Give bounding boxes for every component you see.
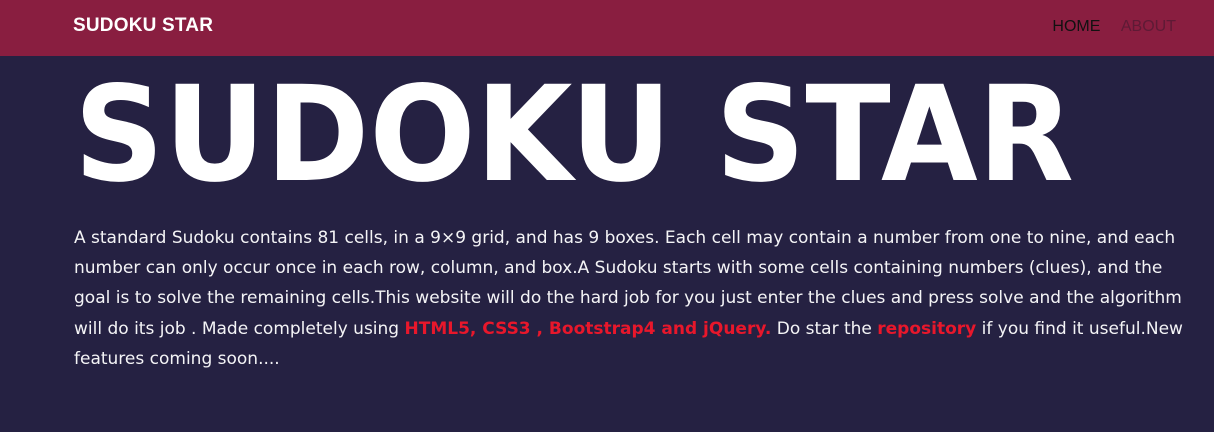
nav-link-about[interactable]: ABOUT [1121, 18, 1176, 35]
repository-link[interactable]: repository [877, 319, 976, 339]
nav-link-home[interactable]: HOME [1052, 18, 1100, 35]
tech-stack-link[interactable]: HTML5, CSS3 , Bootstrap4 and jQuery. [405, 319, 772, 339]
nav-links: HOME ABOUT [1036, 18, 1176, 36]
navbar-brand[interactable]: SUDOKU STAR [73, 15, 213, 37]
hero-title-text: SUDOKU STAR [74, 64, 1074, 196]
hero-title: SUDOKU STAR [74, 64, 1074, 196]
navbar: SUDOKU STAR HOME ABOUT [0, 0, 1214, 56]
description-text-2: Do star the [771, 318, 878, 339]
hero-description: A standard Sudoku contains 81 cells, in … [74, 223, 1184, 374]
hero-section: SUDOKU STAR A standard Sudoku contains 8… [0, 56, 1214, 432]
